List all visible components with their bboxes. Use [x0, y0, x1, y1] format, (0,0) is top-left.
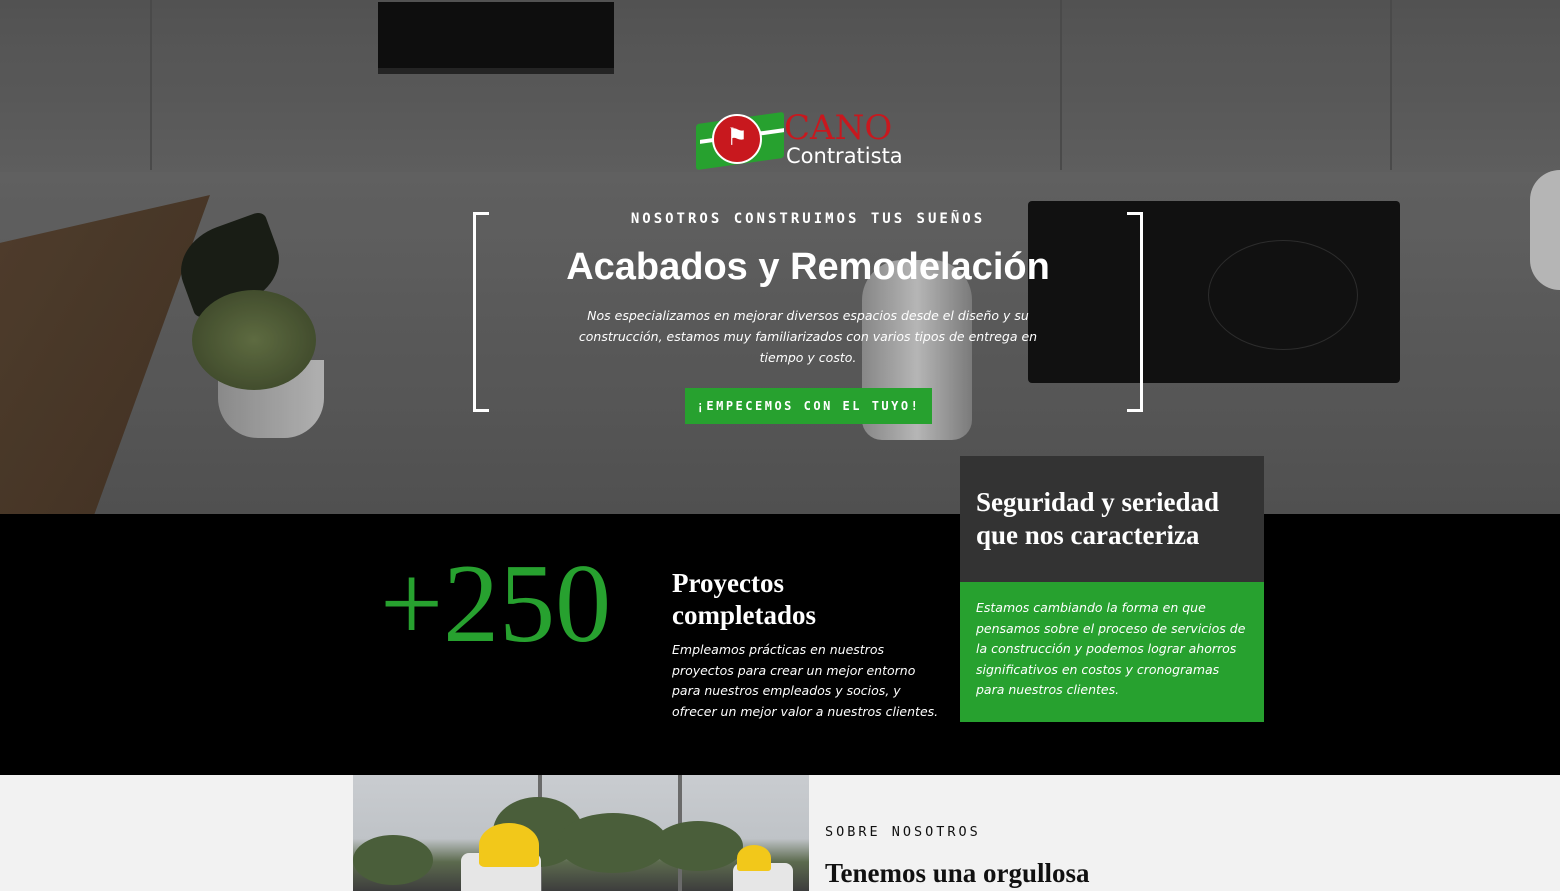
about-title: Tenemos una orgullosa: [825, 858, 1090, 888]
values-card-header: Seguridad y seriedad que nos caracteriza: [960, 456, 1264, 582]
hard-hat-icon: [479, 823, 539, 867]
projects-count: +250: [380, 542, 612, 666]
hero-bracket-left: [473, 212, 489, 412]
site-logo[interactable]: ⚑ CANO Contratista: [696, 108, 926, 171]
hero-description: Nos especializamos en mejorar diversos e…: [578, 308, 1038, 365]
logo-brand-sub: Contratista: [786, 144, 903, 168]
values-card-title: Seguridad y seriedad que nos caracteriza: [976, 487, 1220, 550]
values-card-body: Estamos cambiando la forma en que pensam…: [960, 582, 1264, 722]
hero-eyebrow: NOSOTROS CONSTRUIMOS TUS SUEÑOS: [630, 211, 986, 227]
about-eyebrow: SOBRE NOSOTROS: [825, 824, 981, 840]
values-card-text: Estamos cambiando la forma en que pensam…: [976, 600, 1246, 697]
logo-brand-name: CANO: [784, 108, 893, 148]
worker-figure-icon: ⚑: [726, 123, 748, 151]
stats-title: Proyectos completados: [672, 568, 816, 630]
values-card: Seguridad y seriedad que nos caracteriza…: [960, 456, 1264, 722]
hero-bracket-right: [1127, 212, 1143, 412]
start-project-button[interactable]: ¡EMPECEMOS CON EL TUYO!: [685, 388, 932, 424]
about-photo: [353, 775, 809, 891]
stats-description: Empleamos prácticas en nuestros proyecto…: [672, 642, 939, 719]
hero-title: Acabados y Remodelación: [566, 246, 1050, 288]
